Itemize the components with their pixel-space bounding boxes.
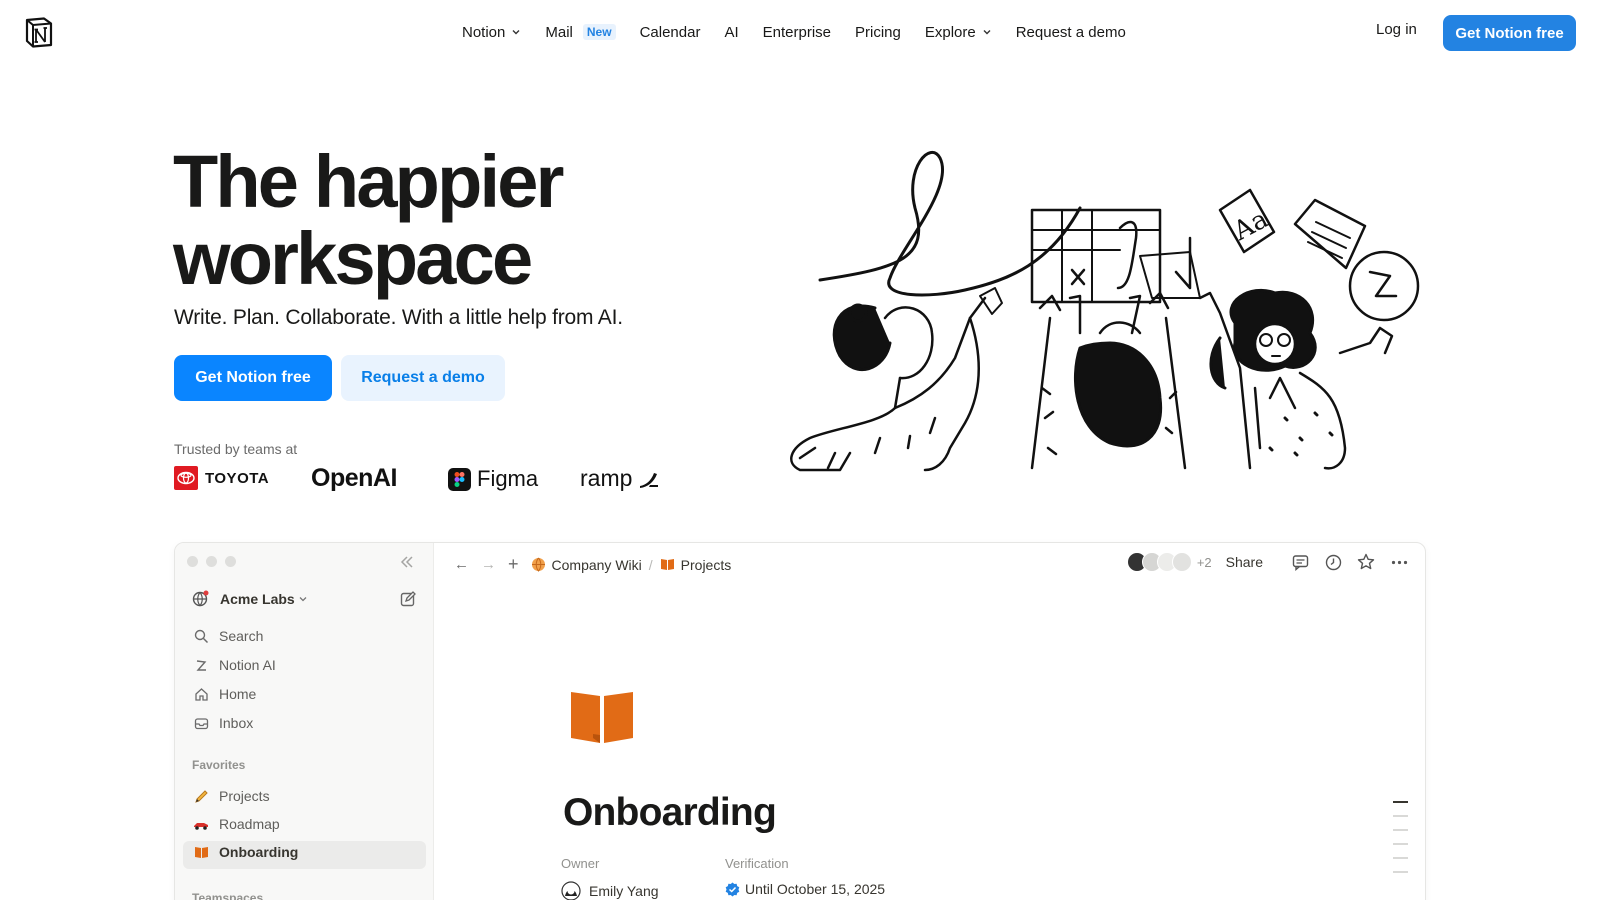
forward-arrow-icon[interactable]: → (481, 556, 496, 573)
history-clock-icon[interactable] (1323, 552, 1343, 572)
get-notion-free-button[interactable]: Get Notion free (174, 355, 332, 401)
workspace-name: Acme Labs (220, 591, 295, 607)
globe-icon (531, 557, 545, 572)
toc-line (1393, 829, 1408, 831)
extra-collaborators-count[interactable]: +2 (1197, 555, 1212, 570)
favorites-heading: Favorites (192, 758, 246, 772)
toyota-logo: TOYOTA (174, 466, 269, 490)
toc-line (1393, 857, 1408, 859)
sidebar-item-roadmap[interactable]: Roadmap (192, 815, 280, 833)
new-badge: New (582, 24, 616, 40)
breadcrumb-separator: / (648, 556, 653, 573)
window-close-dot[interactable] (187, 556, 198, 567)
hero-title: The happier workspace (173, 140, 564, 300)
star-icon[interactable] (1356, 552, 1376, 572)
inbox-icon (192, 714, 210, 732)
notion-ai-icon (192, 656, 210, 674)
toyota-mark-icon (174, 466, 198, 490)
comment-icon[interactable] (1290, 552, 1310, 572)
search-icon (192, 627, 210, 645)
breadcrumb-company-wiki[interactable]: Company Wiki (552, 557, 642, 573)
window-minimize-dot[interactable] (206, 556, 217, 567)
hero-subtitle: Write. Plan. Collaborate. With a little … (174, 306, 623, 329)
owner-value[interactable]: Emily Yang (561, 881, 659, 900)
window-controls (187, 556, 244, 567)
more-options-icon[interactable] (1389, 552, 1409, 572)
sidebar-item-projects[interactable]: Projects (192, 787, 270, 805)
globe-icon (192, 590, 209, 607)
teamspaces-heading: Teamspaces (192, 891, 264, 900)
plus-icon[interactable]: + (508, 554, 519, 575)
breadcrumb: ← → + Company Wiki / Projects (454, 554, 731, 575)
app-preview-window: Acme Labs Search Notion AI Home Inbox Fa… (174, 542, 1426, 900)
sidebar-item-home[interactable]: Home (192, 685, 256, 703)
page-topbar: ← → + Company Wiki / Projects +2 Share (434, 543, 1425, 581)
avatar (1171, 552, 1192, 572)
toc-line (1393, 843, 1408, 845)
collaborator-avatars[interactable] (1126, 552, 1192, 572)
page-actions: +2 Share (1126, 552, 1409, 572)
window-maximize-dot[interactable] (225, 556, 236, 567)
pencil-icon (192, 787, 210, 805)
verified-badge-icon (725, 882, 740, 896)
figma-logo: Figma (448, 466, 538, 492)
openai-logo: OpenAI (311, 464, 397, 492)
workspace-switcher[interactable]: Acme Labs (192, 590, 308, 608)
book-icon (192, 843, 210, 861)
ramp-logo: ramp (580, 465, 660, 492)
login-link[interactable]: Log in (1376, 21, 1417, 38)
nav-item-explore[interactable]: Explore (925, 24, 992, 41)
top-nav: Notion Mail New Calendar AI Enterprise P… (0, 0, 1600, 64)
back-arrow-icon[interactable]: ← (454, 556, 469, 573)
toc-line (1393, 815, 1408, 817)
figma-mark-icon (448, 467, 471, 491)
sidebar-item-inbox[interactable]: Inbox (192, 714, 253, 732)
chevron-down-icon (299, 597, 307, 602)
nav-item-request-demo[interactable]: Request a demo (1016, 24, 1126, 41)
table-of-contents-minimap[interactable] (1393, 801, 1408, 885)
book-icon (571, 692, 633, 743)
chevron-down-icon (983, 30, 991, 35)
nav-item-ai[interactable]: AI (724, 24, 738, 41)
share-button[interactable]: Share (1226, 554, 1263, 570)
chevron-down-icon (512, 30, 520, 35)
sidebar-item-notion-ai[interactable]: Notion AI (192, 656, 276, 674)
collapse-sidebar-icon[interactable] (399, 554, 415, 570)
avatar (561, 881, 581, 900)
nav-item-mail[interactable]: Mail New (545, 24, 616, 41)
request-demo-button[interactable]: Request a demo (341, 355, 505, 401)
nav-item-calendar[interactable]: Calendar (640, 24, 701, 41)
nav-item-enterprise[interactable]: Enterprise (763, 24, 831, 41)
sidebar: Acme Labs Search Notion AI Home Inbox Fa… (175, 543, 434, 900)
toc-line (1393, 801, 1408, 803)
book-icon (660, 559, 674, 570)
trusted-label: Trusted by teams at (174, 441, 298, 457)
notion-logo-icon[interactable] (24, 17, 54, 48)
nav-item-notion[interactable]: Notion (462, 24, 521, 41)
breadcrumb-projects[interactable]: Projects (681, 557, 732, 573)
hero-illustration: Aa (790, 150, 1420, 472)
get-notion-free-nav-button[interactable]: Get Notion free (1443, 15, 1576, 51)
toc-line (1393, 871, 1408, 873)
verification-label: Verification (725, 856, 789, 871)
verification-value[interactable]: Until October 15, 2025 (725, 881, 885, 897)
nav-item-pricing[interactable]: Pricing (855, 24, 901, 41)
new-page-icon[interactable] (400, 591, 416, 607)
page-title[interactable]: Onboarding (563, 791, 777, 835)
owner-label: Owner (561, 856, 600, 871)
race-car-icon (192, 815, 210, 833)
nav-links: Notion Mail New Calendar AI Enterprise P… (462, 20, 1150, 44)
home-icon (192, 685, 210, 703)
sidebar-item-search[interactable]: Search (192, 627, 263, 645)
svg-text:Aa: Aa (1228, 204, 1273, 247)
sidebar-item-onboarding[interactable]: Onboarding (192, 843, 298, 861)
